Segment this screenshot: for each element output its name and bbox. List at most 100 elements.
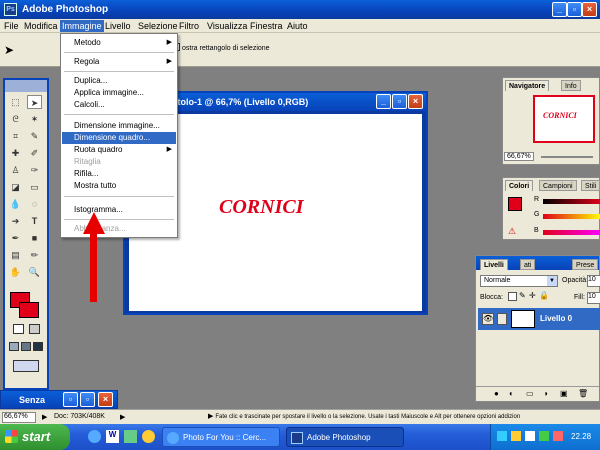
menu-ruota-quadro[interactable]: Ruota quadro ▶ [62,144,176,156]
lasso-tool-icon[interactable]: ᘓ [8,112,23,126]
quick-mask-icon[interactable] [29,324,40,334]
eyedropper-icon[interactable]: ✏ [27,248,42,262]
app-quicklaunch-icon[interactable] [124,430,137,443]
lock-paint-icon[interactable]: ✎ [519,291,526,300]
task-photo-for-you[interactable]: Photo For You :: Cerc... [162,427,280,447]
close-button[interactable]: × [582,2,597,17]
browser-quicklaunch-icon[interactable] [88,430,101,443]
brush-tool-icon[interactable]: ✐ [27,146,42,160]
history-brush-icon[interactable]: ✑ [27,163,42,177]
channel-g-slider[interactable] [543,214,600,219]
layer-set-icon[interactable]: ▭ [526,389,534,398]
menu-finestra[interactable]: Finestra [248,20,285,32]
crop-tool-icon[interactable]: ⌗ [8,129,23,143]
layer-mask-icon[interactable]: ◐ [509,389,514,398]
layer-row[interactable]: 👁 Livello 0 [478,308,600,330]
opacity-input[interactable]: 10 [587,275,600,287]
menu-duplica[interactable]: Duplica... [62,75,176,87]
status-menu-icon[interactable]: ▶ [120,413,125,421]
hand-tool-icon[interactable]: ✋ [8,265,23,279]
adjustment-layer-icon[interactable]: ◑ [543,389,548,398]
standard-mode-icon[interactable] [13,324,24,334]
layer-style-icon[interactable]: ● [494,389,499,398]
tab-livelli[interactable]: Livelli [480,259,508,270]
slice-tool-icon[interactable]: ✎ [27,129,42,143]
blur-tool-icon[interactable]: 💧 [8,197,23,211]
doc-minimize-button[interactable]: _ [376,94,391,109]
export-icon[interactable]: ▶ [42,413,47,421]
screen-mode-3-icon[interactable] [33,342,43,351]
menu-filtro[interactable]: Filtro [177,20,201,32]
min-close-button[interactable]: × [98,392,113,407]
navigator-zoom[interactable]: 66,67% [504,152,534,161]
type-tool-icon[interactable]: T [27,214,42,228]
link-icon[interactable] [497,313,507,325]
tray-app2-icon[interactable] [553,431,563,441]
menu-selezione[interactable]: Selezione [136,20,180,32]
lock-move-icon[interactable]: ✛ [529,291,536,300]
clone-stamp-icon[interactable]: ♙ [8,163,23,177]
menu-immagine[interactable]: Immagine [60,20,104,32]
tray-volume-icon[interactable] [525,431,535,441]
notes-tool-icon[interactable]: ▤ [8,248,23,262]
menu-applica-immagine[interactable]: Applica immagine... [62,87,176,99]
task-adobe-photoshop[interactable]: Adobe Photoshop [286,427,404,447]
move-tool-icon[interactable]: ➤ [27,95,42,109]
menu-calcoli[interactable]: Calcoli... [62,99,176,111]
dodge-tool-icon[interactable]: ◌ [27,197,42,211]
menu-dimensione-immagine[interactable]: Dimensione immagine... [62,120,176,132]
menu-istogramma[interactable]: Istogramma... [62,204,176,216]
word-quicklaunch-icon[interactable]: W [106,430,119,443]
tab-campioni[interactable]: Campioni [539,180,577,191]
marquee-tool-icon[interactable]: ⬚ [8,95,23,109]
tab-info[interactable]: Info [561,80,581,91]
minimize-button[interactable]: _ [552,2,567,17]
status-zoom[interactable]: 66,67% [2,412,36,423]
menu-rifila[interactable]: Rifila... [62,168,176,180]
minimized-document-window[interactable]: Senza ▫ ▫ × [0,390,118,409]
menu-aiuto[interactable]: Aiuto [285,20,310,32]
eraser-tool-icon[interactable]: ◪ [8,180,23,194]
background-color-swatch[interactable] [19,302,39,318]
tab-stili[interactable]: Stili [581,180,600,191]
min-maximize-button[interactable]: ▫ [80,392,95,407]
menu-file[interactable]: File [2,20,21,32]
menu-dimensione-quadro[interactable]: Dimensione quadro... [62,132,176,144]
min-restore-button[interactable]: ▫ [63,392,78,407]
blend-mode-select[interactable]: Normale ▼ [480,275,558,287]
tab-colori[interactable]: Colori [505,180,534,191]
path-select-icon[interactable]: ➔ [8,214,23,228]
maximize-button[interactable]: ▫ [567,2,582,17]
menu-modifica[interactable]: Modifica [22,20,60,32]
lock-transparency-icon[interactable] [508,292,517,301]
healing-brush-icon[interactable]: ✚ [8,146,23,160]
new-layer-icon[interactable]: ▣ [560,389,568,398]
zoom-tool-icon[interactable]: 🔍 [27,265,42,279]
channel-r-slider[interactable] [543,199,600,204]
pen-tool-icon[interactable]: ✒ [8,231,23,245]
tray-network-icon[interactable] [497,431,507,441]
lock-all-icon[interactable]: 🔒 [539,291,549,300]
imageready-jump-icon[interactable] [13,360,39,372]
menu-mostra-tutto[interactable]: Mostra tutto [62,180,176,192]
tray-security-icon[interactable] [511,431,521,441]
screen-mode-1-icon[interactable] [9,342,19,351]
navigator-thumbnail[interactable]: CORNICI [533,95,595,143]
move-tool-icon[interactable]: ➤ [4,43,14,57]
eye-icon[interactable]: 👁 [482,313,494,325]
gradient-tool-icon[interactable]: ▭ [27,180,42,194]
menu-livello[interactable]: Livello [103,20,133,32]
tray-app-icon[interactable] [539,431,549,441]
shape-tool-icon[interactable]: ■ [27,231,42,245]
doc-maximize-button[interactable]: ▫ [392,94,407,109]
color-fg-swatch[interactable] [508,197,522,211]
tab-tracciati[interactable]: ati [520,259,536,270]
doc-close-button[interactable]: × [408,94,423,109]
navigator-zoom-slider[interactable] [541,156,593,158]
screen-mode-2-icon[interactable] [21,342,31,351]
menu-visualizza[interactable]: Visualizza [205,20,249,32]
tab-presets[interactable]: Prese [572,259,599,270]
app2-quicklaunch-icon[interactable] [142,430,155,443]
channel-b-slider[interactable] [543,230,600,235]
start-button[interactable]: start [0,424,70,450]
